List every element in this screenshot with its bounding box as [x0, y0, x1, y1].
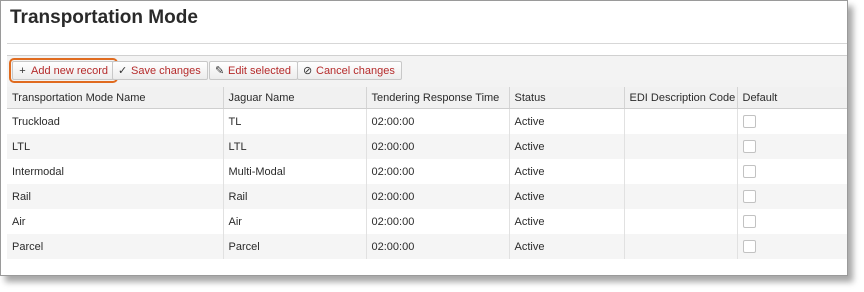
cell-status[interactable]: Active [509, 159, 625, 184]
cell-edi-code[interactable] [624, 209, 738, 234]
transportation-mode-grid: Transportation Mode Name Jaguar Name Ten… [7, 87, 847, 259]
table-row[interactable]: Parcel Parcel 02:00:00 Active [7, 234, 847, 259]
table-row[interactable]: Intermodal Multi-Modal 02:00:00 Active [7, 159, 847, 184]
column-header-tendering-response-time[interactable]: Tendering Response Time [366, 87, 510, 109]
table-row[interactable]: Rail Rail 02:00:00 Active [7, 184, 847, 209]
cell-jaguar-name[interactable]: Parcel [223, 234, 367, 259]
default-checkbox[interactable] [742, 140, 756, 153]
default-checkbox[interactable] [742, 115, 756, 128]
cell-status[interactable]: Active [509, 108, 625, 134]
cancel-changes-button[interactable]: ⊘ Cancel changes [297, 61, 402, 80]
cancel-icon: ⊘ [303, 65, 313, 77]
cell-status[interactable]: Active [509, 209, 625, 234]
cell-response-time[interactable]: 02:00:00 [366, 159, 510, 184]
default-checkbox[interactable] [742, 190, 756, 203]
default-checkbox[interactable] [742, 165, 756, 178]
cell-response-time[interactable]: 02:00:00 [366, 108, 510, 134]
cell-status[interactable]: Active [509, 134, 625, 159]
table-row[interactable]: LTL LTL 02:00:00 Active [7, 134, 847, 159]
cell-mode-name[interactable]: Truckload [7, 108, 224, 134]
pencil-icon: ✎ [215, 65, 225, 77]
cell-jaguar-name[interactable]: Multi-Modal [223, 159, 367, 184]
cell-default [737, 108, 847, 134]
cell-edi-code[interactable] [624, 234, 738, 259]
cell-mode-name[interactable]: Intermodal [7, 159, 224, 184]
column-header-edi-description-code[interactable]: EDI Description Code [624, 87, 738, 109]
cell-mode-name[interactable]: LTL [7, 134, 224, 159]
save-changes-label: Save changes [131, 64, 201, 77]
column-header-status[interactable]: Status [509, 87, 625, 109]
cell-mode-name[interactable]: Parcel [7, 234, 224, 259]
save-changes-button[interactable]: ✓ Save changes [112, 61, 208, 80]
cell-default [737, 209, 847, 234]
cell-jaguar-name[interactable]: LTL [223, 134, 367, 159]
table-row[interactable]: Air Air 02:00:00 Active [7, 209, 847, 234]
cell-edi-code[interactable] [624, 108, 738, 134]
table-row[interactable]: Truckload TL 02:00:00 Active [7, 108, 847, 134]
cell-edi-code[interactable] [624, 159, 738, 184]
default-checkbox[interactable] [742, 240, 756, 253]
cell-mode-name[interactable]: Air [7, 209, 224, 234]
cell-mode-name[interactable]: Rail [7, 184, 224, 209]
cell-edi-code[interactable] [624, 134, 738, 159]
checkmark-icon: ✓ [118, 65, 128, 77]
default-checkbox[interactable] [742, 215, 756, 228]
column-header-jaguar-name[interactable]: Jaguar Name [223, 87, 367, 109]
cell-status[interactable]: Active [509, 234, 625, 259]
grid-toolbar: + Add new record ✓ Save changes ✎ Edit s… [7, 55, 847, 88]
cell-default [737, 184, 847, 209]
cell-default [737, 234, 847, 259]
cell-response-time[interactable]: 02:00:00 [366, 134, 510, 159]
cell-default [737, 159, 847, 184]
add-new-record-button[interactable]: + Add new record [8, 58, 119, 83]
cell-edi-code[interactable] [624, 184, 738, 209]
cell-status[interactable]: Active [509, 184, 625, 209]
column-header-default[interactable]: Default [737, 87, 847, 109]
plus-icon: + [19, 64, 26, 77]
column-header-mode-name[interactable]: Transportation Mode Name [7, 87, 224, 109]
page-title: Transportation Mode [10, 7, 198, 28]
grid-header-row: Transportation Mode Name Jaguar Name Ten… [7, 87, 847, 109]
cell-jaguar-name[interactable]: TL [223, 108, 367, 134]
add-new-record-label: Add new record [31, 64, 109, 77]
edit-selected-label: Edit selected [228, 64, 291, 77]
cell-response-time[interactable]: 02:00:00 [366, 234, 510, 259]
cell-default [737, 134, 847, 159]
title-divider [7, 43, 847, 44]
edit-selected-button[interactable]: ✎ Edit selected [209, 61, 298, 80]
cell-response-time[interactable]: 02:00:00 [366, 209, 510, 234]
cancel-changes-label: Cancel changes [316, 64, 395, 77]
cell-jaguar-name[interactable]: Air [223, 209, 367, 234]
cell-jaguar-name[interactable]: Rail [223, 184, 367, 209]
window-frame: Transportation Mode + Add new record ✓ S… [0, 0, 848, 276]
cell-response-time[interactable]: 02:00:00 [366, 184, 510, 209]
